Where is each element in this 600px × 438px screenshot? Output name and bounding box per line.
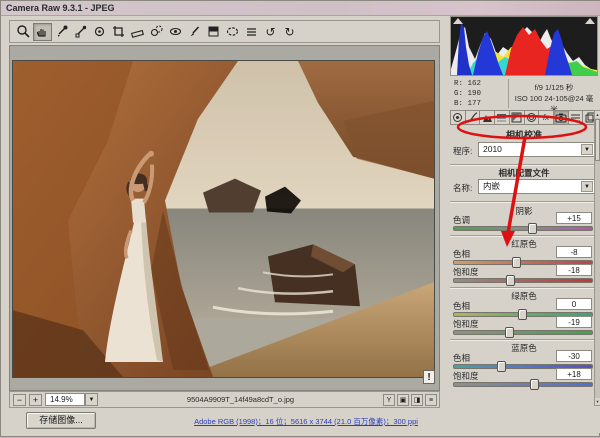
blue-saturation-slider[interactable] [453, 382, 593, 387]
adjustment-brush-tool[interactable] [185, 23, 204, 41]
slider-label: 色调 [453, 214, 470, 226]
panel-tabs: fx [450, 110, 598, 125]
targeted-adjustment-tool[interactable] [90, 23, 109, 41]
preview-cycle-button[interactable]: Y [383, 394, 395, 406]
tint-value-field[interactable]: +15 [556, 212, 592, 224]
histogram-readouts: R: 162 G: 190 B: 177 f/9 1/125 秒 ISO 100… [450, 78, 598, 110]
slider-label: 饱和度 [453, 370, 479, 382]
tint-slider[interactable] [453, 226, 593, 231]
rotate-right-icon: ↻ [284, 25, 294, 39]
tab-basic[interactable] [450, 110, 466, 125]
rotate-right[interactable]: ↻ [280, 23, 299, 41]
readout-blue: B: 177 [454, 99, 481, 109]
color-sampler-tool[interactable] [71, 23, 90, 41]
image-warning-badge: ! [423, 370, 435, 384]
tint-slider-thumb[interactable] [528, 223, 537, 234]
process-label: 程序: [453, 145, 472, 157]
process-select[interactable]: 2010 ▼ [478, 142, 595, 157]
image-filename: 9504A9909T_14f49a8cdT_o.jpg [98, 395, 383, 404]
camera-raw-window: Camera Raw 9.3.1 - JPEG [0, 0, 600, 437]
tab-lens-corrections[interactable] [525, 110, 540, 125]
crop-tool[interactable] [109, 23, 128, 41]
zoom-tool[interactable] [14, 23, 33, 41]
slider-label: 饱和度 [453, 318, 479, 330]
rotate-left[interactable]: ↺ [261, 23, 280, 41]
zoom-dropdown-arrow-icon[interactable]: ▼ [85, 393, 98, 406]
scroll-up-icon[interactable]: ▲ [595, 111, 600, 118]
workflow-options-link[interactable]: Adobe RGB (1998)；16 位；5616 x 3744 (21.0 … [161, 416, 451, 427]
red-hue-value-field[interactable]: -8 [556, 246, 592, 258]
open-preferences[interactable] [242, 23, 261, 41]
green-saturation-slider-thumb[interactable] [505, 327, 514, 338]
highlight-clipping-icon[interactable] [585, 18, 595, 24]
preview-split-button[interactable]: ▣ [397, 394, 409, 406]
window-title: Camera Raw 9.3.1 - JPEG [6, 3, 115, 13]
scroll-down-icon[interactable]: ▼ [595, 398, 600, 405]
tab-split-toning[interactable] [510, 110, 525, 125]
scrollbar-thumb[interactable] [595, 119, 600, 161]
title-bar[interactable]: Camera Raw 9.3.1 - JPEG [1, 1, 600, 16]
tab-effects[interactable]: fx [539, 110, 554, 125]
save-image-button[interactable]: 存储图像... [26, 412, 96, 429]
green-saturation-value-field[interactable]: -19 [556, 316, 592, 328]
readout-green: G: 190 [454, 89, 481, 99]
tab-tone-curve[interactable] [466, 110, 481, 125]
profile-name-value: 内嵌 [483, 181, 500, 191]
tool-bar: ↺ ↻ [9, 20, 440, 43]
green-saturation-slider[interactable] [453, 330, 593, 335]
panel-scrollbar[interactable]: ▲ ▼ [594, 110, 600, 406]
hand-tool[interactable] [33, 23, 52, 41]
blue-saturation-value-field[interactable]: +18 [556, 368, 592, 380]
slider-label: 色相 [453, 300, 470, 312]
blue-saturation-slider-thumb[interactable] [530, 379, 539, 390]
tab-presets[interactable] [569, 110, 584, 125]
profile-dropdown-arrow-icon[interactable]: ▼ [581, 181, 593, 192]
graduated-filter-tool[interactable] [204, 23, 223, 41]
photo-preview[interactable] [12, 60, 435, 378]
rotate-left-icon: ↺ [265, 25, 275, 39]
zoom-out-button[interactable]: − [13, 394, 26, 406]
blue-hue-value-field[interactable]: -30 [556, 350, 592, 362]
tab-hsl-grayscale[interactable] [495, 110, 510, 125]
status-bar: − + 14.9% ▼ 9504A9909T_14f49a8cdT_o.jpg … [9, 391, 440, 408]
slider-label: 饱和度 [453, 266, 479, 278]
camera-profile-section-title: 相机配置文件 [450, 167, 598, 179]
red-saturation-slider[interactable] [453, 278, 593, 283]
zoom-level-select[interactable]: 14.9% [45, 393, 85, 406]
profile-name-select[interactable]: 内嵌 ▼ [478, 179, 595, 194]
readout-exposure: f/9 1/125 秒 [512, 82, 596, 93]
process-dropdown-arrow-icon[interactable]: ▼ [581, 144, 593, 155]
spot-removal-tool[interactable] [147, 23, 166, 41]
slider-label: 色相 [453, 248, 470, 260]
zoom-in-button[interactable]: + [29, 394, 42, 406]
shadow-clipping-icon[interactable] [453, 18, 463, 24]
preview-menu-button[interactable]: ≡ [425, 394, 437, 406]
panel-title: 相机校准 [450, 128, 598, 141]
profile-name-label: 名称: [453, 182, 472, 194]
white-balance-tool[interactable] [52, 23, 71, 41]
red-saturation-slider-thumb[interactable] [506, 275, 515, 286]
green-hue-value-field[interactable]: 0 [556, 298, 592, 310]
process-value: 2010 [483, 144, 502, 154]
red-saturation-value-field[interactable]: -18 [556, 264, 592, 276]
radial-filter-tool[interactable] [223, 23, 242, 41]
histogram [450, 16, 598, 76]
red-eye-removal-tool[interactable] [166, 23, 185, 41]
adjustment-panel: R: 162 G: 190 B: 177 f/9 1/125 秒 ISO 100… [441, 16, 600, 433]
tab-camera-calibration[interactable] [554, 110, 569, 125]
readout-red: R: 162 [454, 79, 481, 89]
slider-label: 色相 [453, 352, 470, 364]
preview-side-button[interactable]: ◨ [411, 394, 423, 406]
tab-detail[interactable] [480, 110, 495, 125]
straighten-tool[interactable] [128, 23, 147, 41]
image-viewport[interactable]: ! [9, 45, 440, 391]
